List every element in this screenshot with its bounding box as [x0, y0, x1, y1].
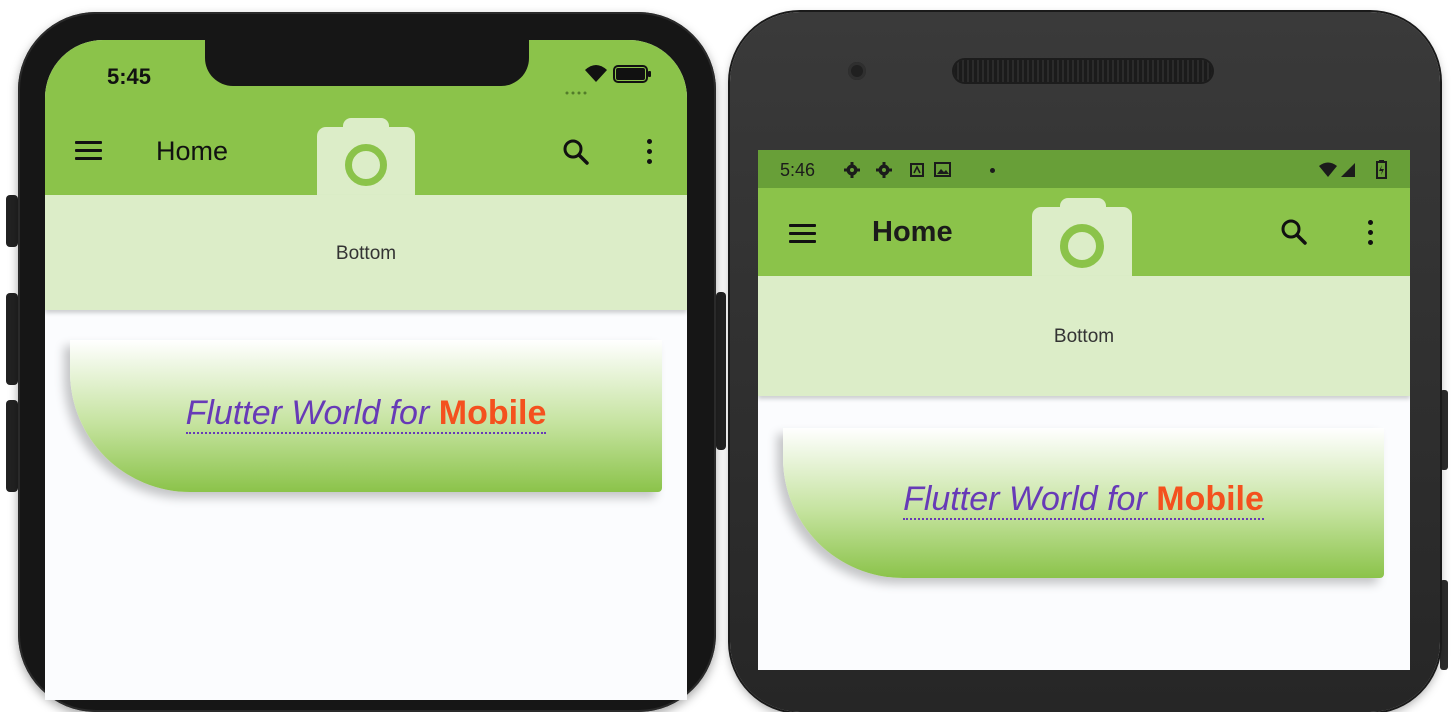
banner: Flutter World for Mobile — [783, 428, 1384, 578]
menu-icon[interactable] — [75, 141, 102, 161]
wifi-icon — [583, 62, 609, 84]
camera-icon[interactable] — [317, 118, 417, 195]
battery-icon — [613, 65, 653, 83]
iphone-power-button — [716, 292, 726, 450]
iphone-volume-up — [6, 293, 18, 385]
iphone-screen: 5:45 Home Bottom Flutter World for Mobil… — [45, 40, 687, 700]
camera-icon[interactable] — [1032, 198, 1134, 276]
android-screen: 5:46 Home Bottom Flutter World for Mobil… — [758, 150, 1410, 670]
image-notification-icon — [934, 162, 954, 178]
more-vert-icon[interactable] — [647, 139, 652, 164]
iphone-volume-down — [6, 400, 18, 492]
app-notification-icon — [910, 163, 924, 177]
more-notifications-dot — [990, 168, 995, 173]
bottom-label: Bottom — [1053, 326, 1115, 347]
settings-notification-icon — [844, 162, 860, 178]
battery-icon — [1376, 160, 1387, 179]
banner-prefix: Flutter World for — [903, 480, 1147, 518]
cellular-signal-icon — [1340, 162, 1356, 178]
search-icon[interactable] — [1280, 218, 1308, 246]
more-vert-icon[interactable] — [1368, 220, 1373, 245]
banner: Flutter World for Mobile — [70, 340, 662, 492]
search-icon[interactable] — [562, 138, 590, 166]
status-bar: 5:46 — [758, 150, 1410, 188]
iphone-notch — [205, 40, 529, 86]
app-bar-bottom: Bottom — [45, 195, 687, 310]
wifi-icon — [1318, 162, 1338, 178]
page-title: Home — [156, 136, 229, 166]
speaker-grille — [954, 60, 1212, 82]
banner-title: Flutter World for Mobile — [70, 394, 662, 434]
menu-icon[interactable] — [789, 224, 816, 244]
android-volume-rocker — [1440, 580, 1448, 670]
app-bar: Home — [758, 188, 1410, 276]
bottom-label: Bottom — [335, 243, 397, 264]
status-time: 5:46 — [780, 160, 816, 180]
banner-prefix: Flutter World for — [185, 394, 430, 432]
iphone-mute-switch — [6, 195, 18, 247]
app-bar-bottom: Bottom — [758, 276, 1410, 396]
settings-notification-icon — [876, 162, 892, 178]
front-camera-icon — [848, 62, 866, 80]
status-time: 5:45 — [107, 64, 152, 89]
banner-accent: Mobile — [438, 394, 547, 432]
page-title: Home — [872, 216, 953, 248]
android-power-button — [1440, 390, 1448, 470]
banner-title: Flutter World for Mobile — [783, 480, 1384, 520]
banner-accent: Mobile — [1156, 480, 1264, 518]
